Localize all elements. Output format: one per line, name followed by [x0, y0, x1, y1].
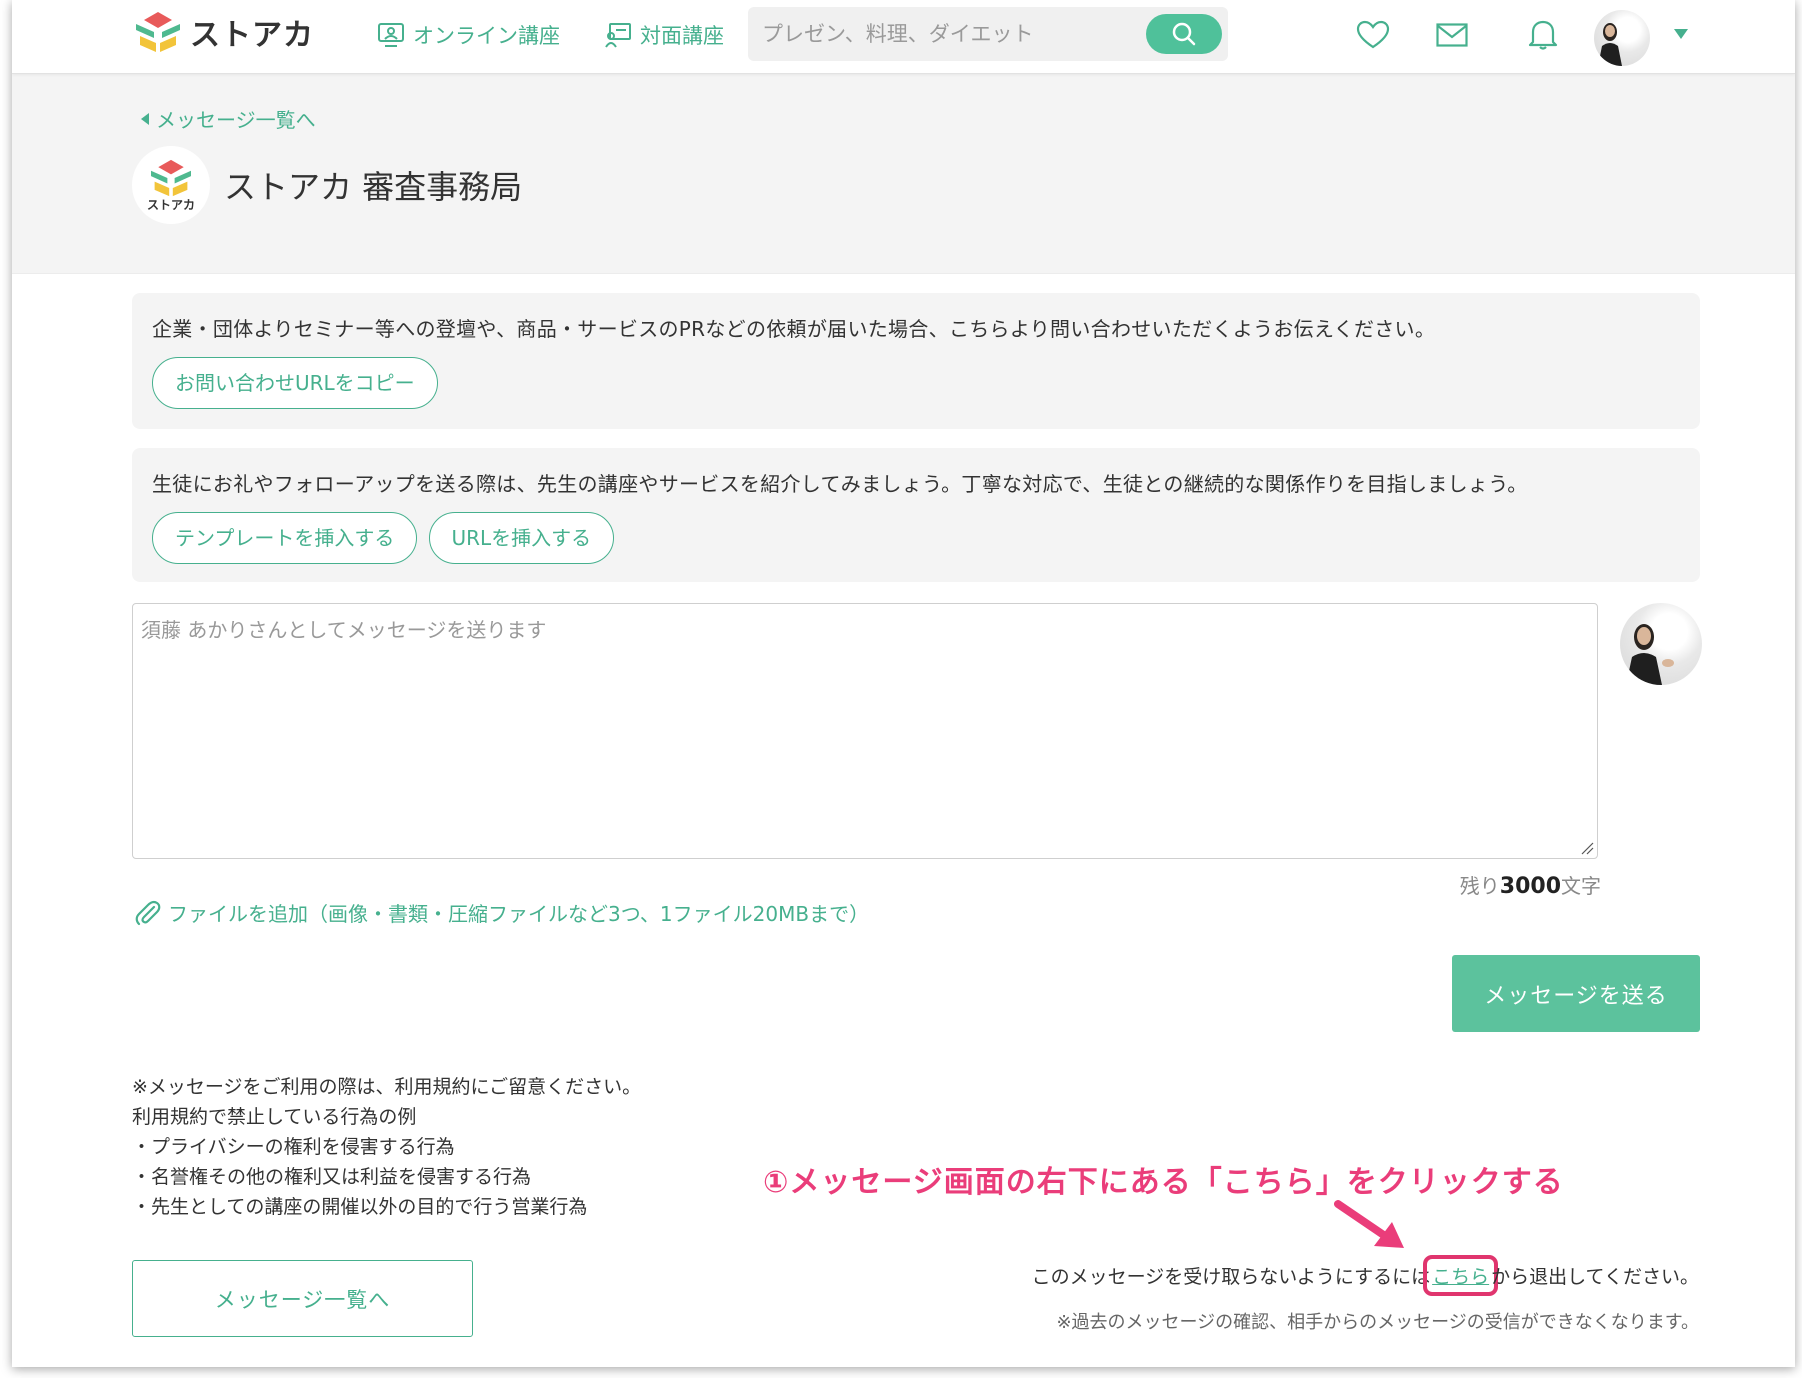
- sender-logo-text: ストアカ: [146, 197, 195, 212]
- search-button[interactable]: [1146, 14, 1222, 54]
- mail-icon[interactable]: [1436, 23, 1468, 47]
- avatar-image: [1598, 23, 1622, 66]
- heart-icon[interactable]: [1356, 20, 1390, 50]
- paperclip-icon: [135, 900, 161, 925]
- site-logo[interactable]: ストアカ: [132, 10, 314, 54]
- inquiry-notice-text: 企業・団体よりセミナー等への登壇や、商品・サービスのPRなどの依頼が届いた場合、…: [152, 317, 1436, 341]
- terms-line: ・プライバシーの権利を侵害する行為: [132, 1136, 455, 1158]
- monitor-icon: [378, 23, 404, 47]
- sender-name: ストアカ 審査事務局: [224, 168, 523, 206]
- back-link-label: メッセージ一覧へ: [156, 108, 316, 132]
- leave-here-link[interactable]: こちら: [1423, 1255, 1499, 1296]
- sender-info: ストアカ ストアカ 審査事務局: [132, 146, 522, 224]
- terms-line: ※メッセージをご利用の際は、利用規約にご留意ください。: [132, 1076, 642, 1098]
- inquiry-notice: 企業・団体よりセミナー等への登壇や、商品・サービスのPRなどの依頼が届いた場合、…: [132, 293, 1700, 429]
- logo-icon: [136, 12, 180, 52]
- insert-url-button[interactable]: URLを挿入する: [428, 512, 615, 564]
- whiteboard-icon: [605, 23, 631, 48]
- message-textarea[interactable]: [133, 604, 1597, 858]
- nav-offline-label: 対面講座: [640, 24, 724, 48]
- back-to-messages-link[interactable]: メッセージ一覧へ: [140, 104, 316, 133]
- resize-handle-icon[interactable]: [1580, 841, 1594, 855]
- logo-icon: [151, 159, 191, 196]
- followup-notice-text: 生徒にお礼やフォローアップを送る際は、先生の講座やサービスを紹介してみましょう。…: [152, 472, 1528, 496]
- nav-online-label: オンライン講座: [413, 24, 560, 48]
- message-list-button[interactable]: メッセージ一覧へ: [132, 1260, 473, 1337]
- leave-prefix: このメッセージを受け取らないようにするには: [1031, 1266, 1431, 1288]
- search-bar: [748, 7, 1228, 61]
- chevron-left-icon: [141, 112, 149, 125]
- site-header: ストアカ オンライン講座 対面講座: [12, 0, 1795, 74]
- terms-line: ・先生としての講座の開催以外の目的で行う営業行為: [132, 1196, 588, 1218]
- char-counter: 残り3000文字: [1460, 870, 1601, 899]
- sender-avatar: [1620, 603, 1702, 685]
- tutorial-annotation: ①メッセージ画面の右下にある「こちら」をクリックする: [763, 1165, 1564, 1200]
- send-message-button[interactable]: メッセージを送る: [1452, 955, 1700, 1032]
- annotation-arrow-icon: [1334, 1200, 1404, 1248]
- followup-notice: 生徒にお礼やフォローアップを送る際は、先生の講座やサービスを紹介してみましょう。…: [132, 448, 1700, 582]
- caret-down-icon[interactable]: [1673, 28, 1689, 40]
- counter-value: 3000: [1499, 874, 1561, 899]
- copy-inquiry-url-button[interactable]: お問い合わせURLをコピー: [152, 357, 438, 409]
- insert-template-button[interactable]: テンプレートを挿入する: [152, 512, 418, 564]
- browser-frame: ストアカ オンライン講座 対面講座 プレゼン、料理、ダイエット メッセージ一覧へ…: [12, 0, 1795, 1367]
- counter-prefix: 残り: [1459, 874, 1500, 898]
- nav-offline-courses[interactable]: 対面講座: [604, 20, 724, 50]
- nav-online-courses[interactable]: オンライン講座: [377, 20, 560, 50]
- counter-suffix: 文字: [1561, 874, 1601, 898]
- user-avatar[interactable]: [1594, 10, 1650, 66]
- add-file-label: ファイルを追加（画像・書類・圧縮ファイルなど3つ、1ファイル20MBまで）: [168, 902, 870, 926]
- sender-logo: ストアカ: [132, 146, 210, 224]
- logo-text: ストアカ: [190, 18, 314, 53]
- leave-suffix: から退出してください。: [1491, 1266, 1699, 1288]
- message-compose-box: [132, 603, 1598, 859]
- bell-icon[interactable]: [1528, 18, 1558, 50]
- search-input[interactable]: [748, 7, 1138, 61]
- terms-line: ・名誉権その他の権利又は利益を侵害する行為: [132, 1166, 532, 1188]
- terms-notice: ※メッセージをご利用の際は、利用規約にご留意ください。 利用規約で禁止している行…: [132, 1072, 641, 1222]
- search-icon: [1172, 22, 1196, 46]
- leave-warning-note: ※過去のメッセージの確認、相手からのメッセージの受信ができなくなります。: [1056, 1312, 1699, 1333]
- avatar-image: [1626, 624, 1674, 685]
- terms-line: 利用規約で禁止している行為の例: [132, 1106, 417, 1128]
- add-file-link[interactable]: ファイルを追加（画像・書類・圧縮ファイルなど3つ、1ファイル20MBまで）: [134, 898, 869, 927]
- leave-conversation-text: このメッセージを受け取らないようにするには こちら から退出してください。: [1031, 1255, 1699, 1296]
